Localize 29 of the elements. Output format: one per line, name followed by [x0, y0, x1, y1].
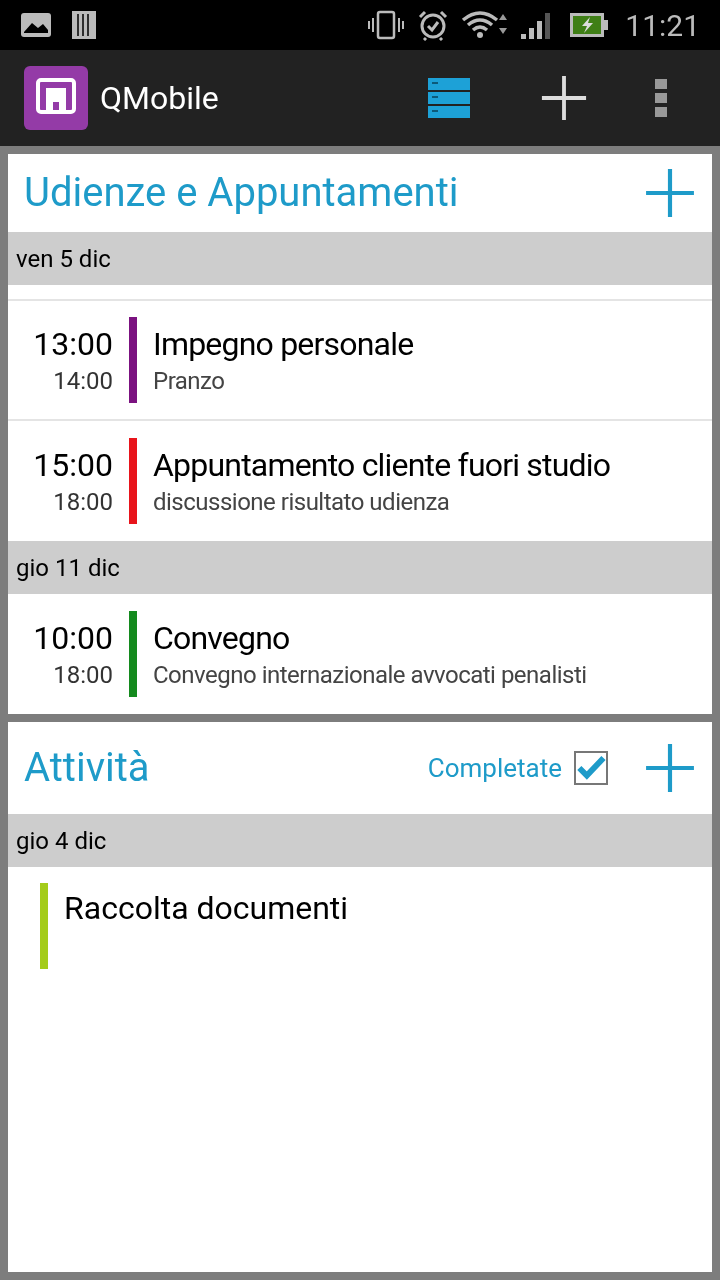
task-title: Raccolta documenti: [64, 888, 349, 929]
picture-notification-icon: [20, 12, 52, 38]
battery-charging-icon: [569, 12, 610, 38]
status-time: 11:21: [625, 6, 700, 45]
end-time: 14:00: [53, 366, 113, 397]
event-subtitle: discussione risultato udienza: [153, 487, 451, 518]
date-header: ven 5 dic: [8, 232, 712, 285]
date-header: gio 11 dic: [8, 541, 712, 594]
date-header: gio 4 dic: [8, 814, 712, 867]
section-title: Attività: [24, 743, 151, 793]
start-time: 13:00: [33, 324, 113, 365]
appointment-row[interactable]: 15:00 18:00 Appuntamento cliente fuori studio discussione risultato udienza: [8, 421, 712, 541]
storage-icon: [72, 11, 96, 39]
event-subtitle: Convegno internazionale avvocati penalisti: [153, 660, 587, 691]
end-time: 18:00: [53, 487, 113, 518]
alarm-icon: [417, 9, 450, 41]
end-time: 18:00: [53, 660, 113, 691]
start-time: 15:00: [33, 445, 113, 486]
appointment-row[interactable]: 10:00 18:00 Convegno Convegno internazionale avvocati penalisti: [8, 594, 712, 714]
event-subtitle: Pranzo: [153, 366, 226, 397]
start-time: 10:00: [33, 618, 113, 659]
app-logo-icon: [24, 66, 88, 130]
task-row[interactable]: Raccolta documenti: [8, 867, 712, 971]
section-title: Udienze e Appuntamenti: [24, 168, 460, 218]
event-title: Impegno personale: [153, 324, 414, 365]
event-title: Convegno: [153, 618, 291, 659]
event-title: Appuntamento cliente fuori studio: [153, 445, 611, 486]
vibrate-icon: [367, 10, 406, 40]
app-title: QMobile: [100, 78, 219, 119]
